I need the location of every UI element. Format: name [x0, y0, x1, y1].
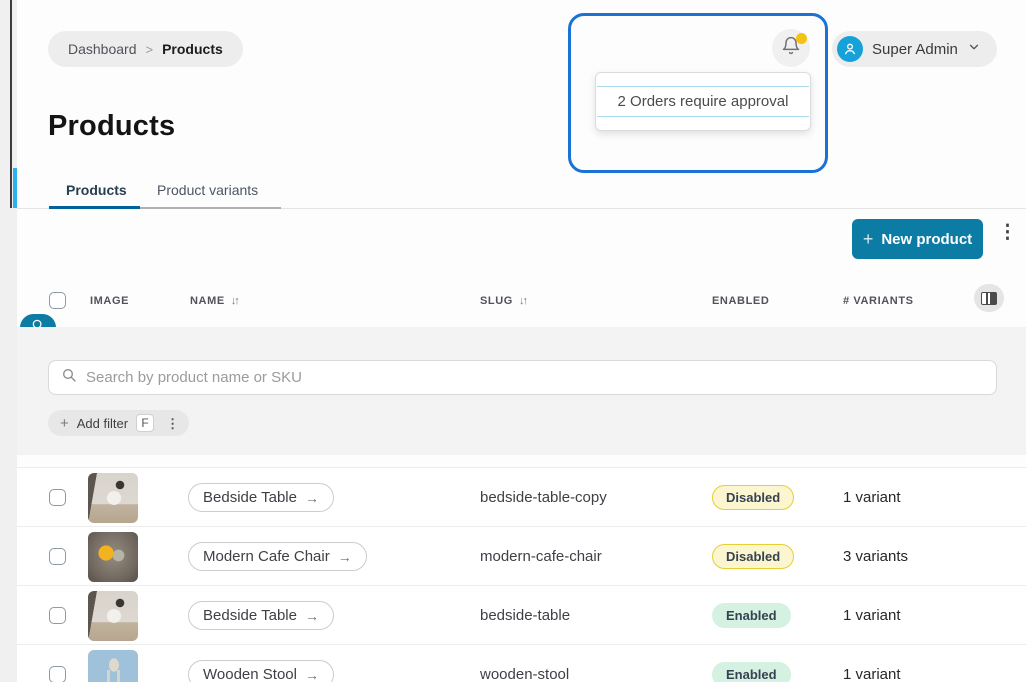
column-header-slug[interactable]: SLUG↓↑	[480, 295, 526, 307]
rows-spacer	[17, 455, 1026, 467]
left-gutter	[0, 0, 17, 682]
variant-count: 1 variant	[843, 607, 901, 624]
keyboard-shortcut-badge: F	[136, 414, 154, 432]
notification-item-orders-approval[interactable]: 2 Orders require approval	[597, 86, 809, 117]
product-slug: modern-cafe-chair	[480, 548, 602, 565]
new-product-label: New product	[881, 231, 972, 248]
product-image	[88, 532, 138, 582]
arrow-right-icon: →	[338, 549, 352, 565]
row-checkbox[interactable]	[49, 489, 66, 506]
product-slug: bedside-table-copy	[480, 489, 607, 506]
search-input[interactable]	[86, 369, 984, 386]
row-checkbox[interactable]	[49, 666, 66, 682]
arrow-right-icon: →	[305, 490, 319, 506]
variant-count: 1 variant	[843, 666, 901, 682]
column-header-enabled: ENABLED	[712, 295, 769, 307]
product-image	[88, 591, 138, 641]
status-badge: Enabled	[712, 662, 791, 682]
arrow-right-icon: →	[305, 667, 319, 682]
user-avatar-icon	[837, 36, 863, 62]
page-title: Products	[48, 110, 175, 143]
row-checkbox[interactable]	[49, 548, 66, 565]
products-admin-page: Dashboard > Products Super Admin 2 Order…	[0, 0, 1026, 682]
search-field[interactable]	[48, 360, 997, 395]
user-menu-button[interactable]: Super Admin	[832, 31, 997, 67]
product-name-link[interactable]: Bedside Table →	[188, 483, 334, 512]
breadcrumb-current: Products	[162, 41, 223, 57]
column-header-name[interactable]: NAME↓↑	[190, 295, 238, 307]
row-checkbox[interactable]	[49, 607, 66, 624]
status-badge: Disabled	[712, 485, 794, 510]
filter-overflow-menu-icon[interactable]: ⋮	[166, 419, 179, 428]
column-header-variants: # VARIANTS	[843, 295, 914, 307]
sort-icon[interactable]: ↓↑	[231, 295, 238, 307]
notifications-popup: 2 Orders require approval	[595, 72, 811, 131]
new-product-button[interactable]: + New product	[852, 219, 983, 259]
products-table-body: Bedside Table → bedside-table-copy Disab…	[17, 455, 1026, 682]
table-row[interactable]: Wooden Stool → wooden-stool Enabled 1 va…	[17, 644, 1026, 682]
search-filter-panel: + Add filter F ⋮	[17, 327, 1026, 455]
variant-count: 1 variant	[843, 489, 901, 506]
product-name-link[interactable]: Bedside Table →	[188, 601, 334, 630]
chevron-down-icon	[967, 40, 981, 59]
add-filter-label: Add filter	[77, 416, 128, 431]
tab-indicator-bar	[13, 168, 17, 208]
product-image	[88, 650, 138, 682]
product-name-link[interactable]: Modern Cafe Chair →	[188, 542, 367, 571]
select-all-checkbox[interactable]	[49, 292, 66, 309]
plus-icon: +	[60, 415, 69, 432]
product-image	[88, 473, 138, 523]
product-name-label: Bedside Table	[203, 489, 297, 506]
breadcrumb-dashboard-link[interactable]: Dashboard	[68, 41, 137, 57]
table-row[interactable]: Bedside Table → bedside-table-copy Disab…	[17, 467, 1026, 526]
product-slug: bedside-table	[480, 607, 570, 624]
breadcrumb: Dashboard > Products	[48, 31, 243, 67]
column-header-image: IMAGE	[90, 295, 129, 307]
add-filter-button[interactable]: + Add filter F ⋮	[48, 410, 189, 436]
product-name-link[interactable]: Wooden Stool →	[188, 660, 334, 682]
product-name-label: Modern Cafe Chair	[203, 548, 330, 565]
arrow-right-icon: →	[305, 608, 319, 624]
column-settings-button[interactable]	[974, 284, 1004, 312]
table-row[interactable]: Modern Cafe Chair → modern-cafe-chair Di…	[17, 526, 1026, 585]
table-columns-icon	[981, 292, 997, 305]
breadcrumb-separator: >	[146, 42, 154, 57]
variant-count: 3 variants	[843, 548, 908, 565]
table-row[interactable]: Bedside Table → bedside-table Enabled 1 …	[17, 585, 1026, 644]
status-badge: Disabled	[712, 544, 794, 569]
product-slug: wooden-stool	[480, 666, 569, 682]
product-name-label: Wooden Stool	[203, 666, 297, 682]
product-name-label: Bedside Table	[203, 607, 297, 624]
tab-products[interactable]: Products	[66, 182, 127, 198]
variants-tab-underline	[140, 207, 281, 209]
tab-product-variants[interactable]: Product variants	[157, 182, 258, 198]
plus-icon: +	[863, 229, 874, 250]
active-tab-underline	[49, 206, 140, 209]
search-icon	[61, 367, 77, 388]
sort-icon[interactable]: ↓↑	[519, 295, 526, 307]
status-badge: Enabled	[712, 603, 791, 628]
sidebar-edge-line	[10, 0, 12, 208]
toolbar-overflow-menu-icon[interactable]: ⋮	[998, 226, 1016, 239]
user-name-label: Super Admin	[872, 41, 958, 58]
